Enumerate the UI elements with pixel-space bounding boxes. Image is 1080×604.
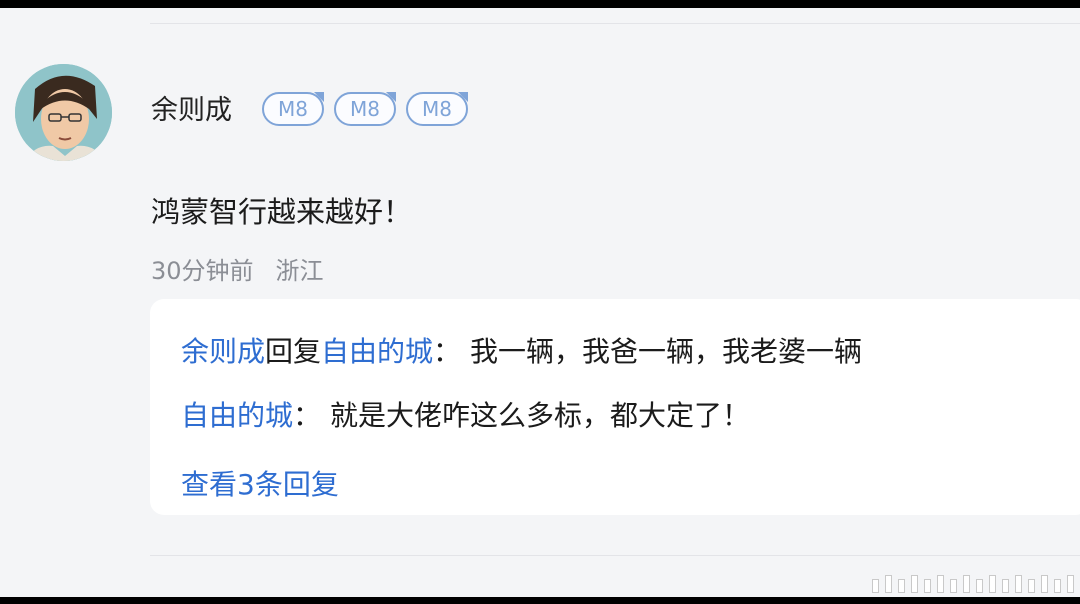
reply-author-link[interactable]: 余则成 [181, 335, 265, 368]
reply-separator: ： [433, 335, 462, 368]
badge-group: M8 M8 M8 [262, 92, 468, 126]
avatar-portrait-icon [15, 64, 112, 161]
reply-text: 就是大佬咋这么多标，都大定了！ [329, 399, 750, 432]
reply-verb: 回复 [265, 335, 322, 368]
comment-location: 浙江 [275, 257, 324, 285]
comment-username[interactable]: 余则成 [151, 94, 232, 128]
m8-badge[interactable]: M8 [262, 92, 324, 126]
comment-panel: 余则成 M8 M8 M8 鸿蒙智行越来越好！ 30分钟前 浙江 余则成回复自由的城… [0, 8, 1080, 597]
view-more-replies-link[interactable]: 查看3条回复 [181, 467, 339, 503]
reply-text: 我一辆，我爸一辆，我老婆一辆 [469, 335, 862, 368]
reply-item[interactable]: 自由的城： 就是大佬咋这么多标，都大定了！ [181, 398, 750, 434]
m8-badge[interactable]: M8 [334, 92, 396, 126]
top-divider [150, 23, 1080, 24]
comment-text: 鸿蒙智行越来越好！ [151, 195, 413, 229]
reply-author-link[interactable]: 自由的城 [181, 399, 293, 432]
user-avatar[interactable] [15, 64, 112, 161]
reply-box: 余则成回复自由的城： 我一辆，我爸一辆，我老婆一辆 自由的城： 就是大佬咋这么多… [150, 299, 1080, 515]
reply-target-link[interactable]: 自由的城 [321, 335, 433, 368]
comment-time: 30分钟前 [151, 257, 254, 285]
comment-meta: 30分钟前 浙江 [151, 255, 324, 287]
reply-separator: ： [293, 399, 322, 432]
watermark-icon [872, 575, 1074, 593]
m8-badge[interactable]: M8 [406, 92, 468, 126]
reply-item[interactable]: 余则成回复自由的城： 我一辆，我爸一辆，我老婆一辆 [181, 334, 862, 370]
bottom-divider [150, 555, 1080, 556]
